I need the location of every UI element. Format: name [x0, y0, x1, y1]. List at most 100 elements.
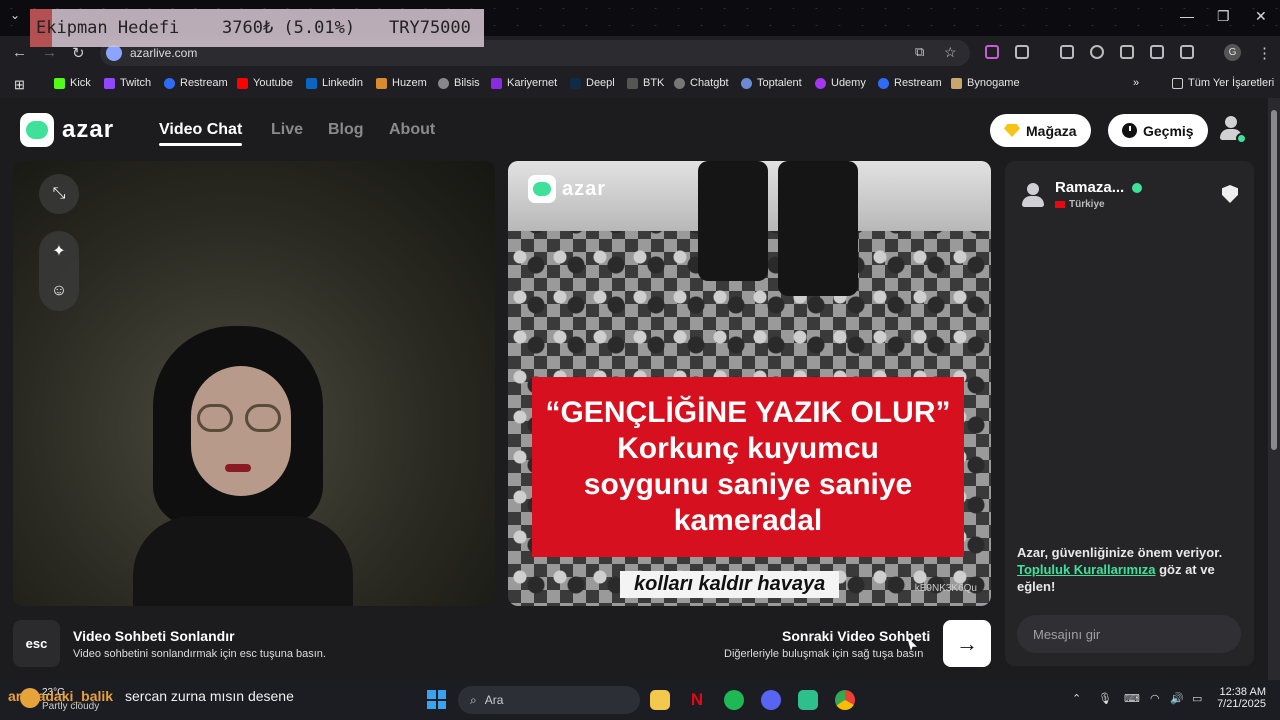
site-info-icon[interactable] [106, 45, 122, 61]
tab-search-chevron-icon[interactable]: ⌄ [10, 8, 20, 22]
back-icon[interactable]: ← [12, 44, 27, 61]
goal-progress: 3760₺ (5.01%) [222, 18, 356, 38]
profile-avatar-icon[interactable] [1216, 114, 1247, 144]
browser-profile-avatar[interactable]: G [1224, 44, 1241, 61]
netflix-icon[interactable]: N [687, 690, 707, 710]
safety-notice: Azar, güvenliğinize önem veriyor. Toplul… [1017, 545, 1223, 594]
sparkle-effects-icon[interactable]: ✦ [39, 231, 79, 271]
news-line-3: kameradal [673, 504, 823, 537]
cast-icon[interactable]: ⧉ [915, 44, 924, 60]
menu-kebab-icon[interactable]: ⋮ [1257, 44, 1272, 62]
community-rules-link[interactable]: Topluluk Kurallarımıza [1017, 562, 1155, 577]
partner-info[interactable]: Ramaza... Türkiye [1019, 179, 1143, 210]
bookmark-bynogame[interactable]: Bynogame [951, 77, 1020, 89]
goal-label: Ekipman Hedefi [36, 18, 180, 38]
windows-taskbar: 23°C Partly cloudy arabadaki_balik serca… [0, 680, 1280, 720]
collapse-icon[interactable]: ⤡ [39, 174, 79, 214]
remote-video: azar “GENÇLİĞİNE YAZIK OLUR” Korkunç kuy… [508, 161, 991, 606]
microphone-icon[interactable]: 🎙 [1098, 692, 1112, 705]
bookmarks-overflow-icon[interactable]: » [1133, 77, 1139, 89]
windows-start-icon[interactable] [427, 690, 446, 709]
bookmark-kick[interactable]: Kick [54, 77, 91, 89]
bynogame-icon [951, 77, 962, 89]
spotify-icon[interactable] [724, 690, 744, 710]
bookmark-youtube[interactable]: Youtube [237, 77, 293, 89]
extension-icon[interactable] [985, 45, 999, 59]
effects-controls: ✦ ☺ [39, 231, 79, 311]
bookmark-huzem[interactable]: Huzem [376, 77, 427, 89]
gem-icon [1004, 124, 1020, 137]
taskbar-clock[interactable]: 12:38 AM 7/21/2025 [1214, 686, 1266, 710]
history-button[interactable]: Geçmiş [1108, 114, 1208, 147]
news-line-2: soygunu saniye saniye [583, 468, 913, 501]
bookmark-chatgbt[interactable]: Chatgbt [674, 77, 729, 89]
local-video: ⤡ ✦ ☺ [13, 161, 495, 606]
bookmark-linkedin[interactable]: Linkedin [306, 77, 363, 89]
remote-video-id: kE9NK3K6Qu [914, 583, 977, 594]
battery-icon[interactable]: ▭ [1192, 692, 1202, 705]
nav-about[interactable]: About [389, 121, 435, 139]
trash-icon[interactable] [1060, 45, 1074, 59]
tray-overflow-icon[interactable]: ⌃ [1072, 692, 1081, 705]
bilsis-icon [438, 77, 449, 89]
minimize-icon[interactable]: — [1180, 8, 1194, 24]
message-input[interactable] [1017, 615, 1241, 653]
url-text[interactable]: azarlive.com [130, 46, 197, 60]
clock-date: 7/21/2025 [1217, 698, 1266, 710]
chrome-icon[interactable] [835, 690, 855, 710]
close-icon[interactable]: ✕ [1255, 8, 1267, 25]
bookmark-restream[interactable]: Restream [164, 77, 228, 89]
folder-icon [1172, 77, 1183, 89]
minimize-video-control[interactable]: ⤡ [39, 174, 79, 214]
page-scrollbar[interactable] [1268, 98, 1280, 680]
bookmark-deepl[interactable]: Deepl [570, 77, 615, 89]
taskbar-search[interactable]: ⌕ Ara [458, 686, 640, 714]
translate-icon[interactable] [1150, 45, 1164, 59]
next-chat-subtitle: Diğerleriyle buluşmak için sağ tuşa bası… [724, 648, 924, 660]
history-icon[interactable] [1090, 45, 1104, 59]
all-bookmarks[interactable]: Tüm Yer İşaretleri [1172, 77, 1274, 89]
apps-grid-icon[interactable]: ⊞ [14, 77, 25, 93]
store-button[interactable]: Mağaza [990, 114, 1091, 147]
face-filter-icon[interactable]: ☺ [39, 271, 79, 311]
bookmark-toptalent[interactable]: Toptalent [741, 77, 802, 89]
key-icon[interactable] [1120, 45, 1134, 59]
sidebar-icon[interactable] [1180, 45, 1194, 59]
nav-video-chat[interactable]: Video Chat [159, 121, 243, 146]
bookmark-star-icon[interactable]: ☆ [944, 44, 957, 61]
report-shield-icon[interactable] [1222, 185, 1238, 203]
bookmark-udemy[interactable]: Udemy [815, 77, 866, 89]
discord-icon[interactable] [761, 690, 781, 710]
extensions-puzzle-icon[interactable] [1015, 45, 1029, 59]
file-explorer-icon[interactable] [650, 690, 670, 710]
clock-time: 12:38 AM [1219, 686, 1266, 698]
volume-icon[interactable]: 🔊 [1170, 692, 1184, 705]
partner-country: Türkiye [1069, 199, 1105, 210]
bookmark-restream-2[interactable]: Restream [878, 77, 942, 89]
wifi-icon[interactable]: ◠ [1150, 692, 1160, 705]
next-chat-arrow-button[interactable]: → [943, 620, 991, 667]
scene-figure-2 [778, 161, 858, 296]
maximize-icon[interactable]: ❐ [1217, 8, 1230, 25]
chatgbt-icon [674, 77, 685, 89]
next-chat-title: Sonraki Video Sohbeti [782, 628, 931, 644]
stream-goal-overlay: Ekipman Hedefi 3760₺ (5.01%) TRY75000 [30, 9, 484, 47]
nav-blog[interactable]: Blog [328, 121, 364, 139]
bookmark-kariyernet[interactable]: Kariyernet [491, 77, 557, 89]
nav-live[interactable]: Live [271, 121, 303, 139]
bookmark-twitch[interactable]: Twitch [104, 77, 151, 89]
twitch-icon [104, 77, 115, 89]
search-icon: ⌕ [470, 692, 477, 707]
partner-name: Ramaza... [1055, 179, 1125, 196]
linkedin-icon [306, 77, 317, 89]
azar-logo[interactable]: azar [20, 113, 114, 147]
bookmark-bilsis[interactable]: Bilsis [438, 77, 480, 89]
remote-azar-watermark: azar [528, 175, 606, 203]
bookmarks-bar: ⊞ Kick Twitch Restream Youtube Linkedin … [0, 70, 1280, 98]
keyboard-icon[interactable]: ⌨ [1124, 692, 1140, 705]
streaming-app-icon[interactable] [798, 690, 818, 710]
bookmark-btk[interactable]: BTK [627, 77, 664, 89]
end-chat-esc-button[interactable]: esc [13, 620, 60, 667]
goal-target: TRY75000 [389, 18, 471, 38]
news-line-1: Korkunç kuyumcu [617, 432, 879, 465]
